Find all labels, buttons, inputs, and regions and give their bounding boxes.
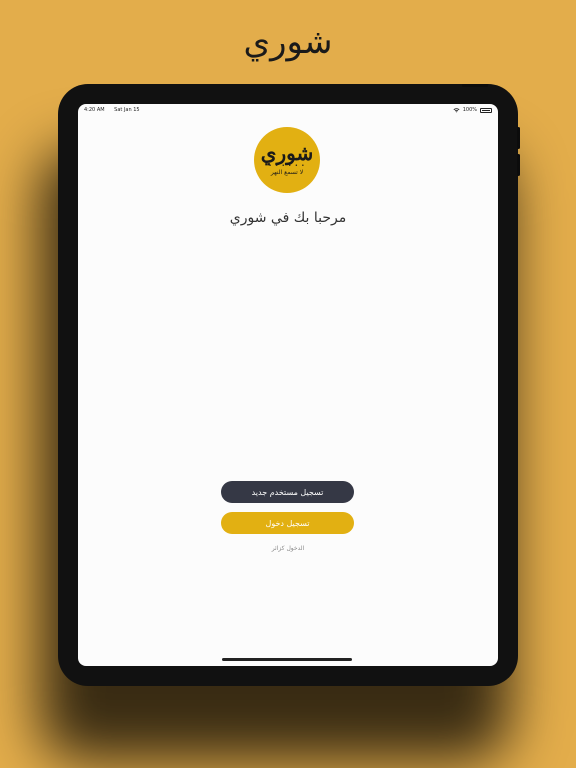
register-button[interactable]: تسجيل مستخدم جديد <box>221 481 354 503</box>
power-button <box>462 84 488 87</box>
status-time: 4:20 AM <box>84 107 105 113</box>
app-screen: 4:20 AM Sat Jan 15 100% شوري • • • • • •… <box>78 104 498 666</box>
status-bar: 4:20 AM Sat Jan 15 100% <box>78 104 498 116</box>
wifi-icon <box>453 107 460 112</box>
volume-up-button <box>517 127 520 149</box>
logo-main-text: شوري <box>260 141 314 165</box>
battery-icon <box>480 107 492 113</box>
home-indicator <box>222 658 352 661</box>
guest-login-link[interactable]: الدخول كزائر <box>78 545 498 552</box>
promo-headline: شوري <box>243 22 333 62</box>
volume-down-button <box>517 154 520 176</box>
login-button[interactable]: تسجيل دخول <box>221 512 354 534</box>
status-date: Sat Jan 15 <box>114 107 140 113</box>
app-logo: شوري • • • • • • لا تسمع النهر <box>254 127 320 193</box>
logo-sub-text: لا تسمع النهر <box>270 169 304 176</box>
welcome-text: مرحبا بك في شوري <box>229 210 347 226</box>
battery-percent: 100% <box>462 107 477 113</box>
